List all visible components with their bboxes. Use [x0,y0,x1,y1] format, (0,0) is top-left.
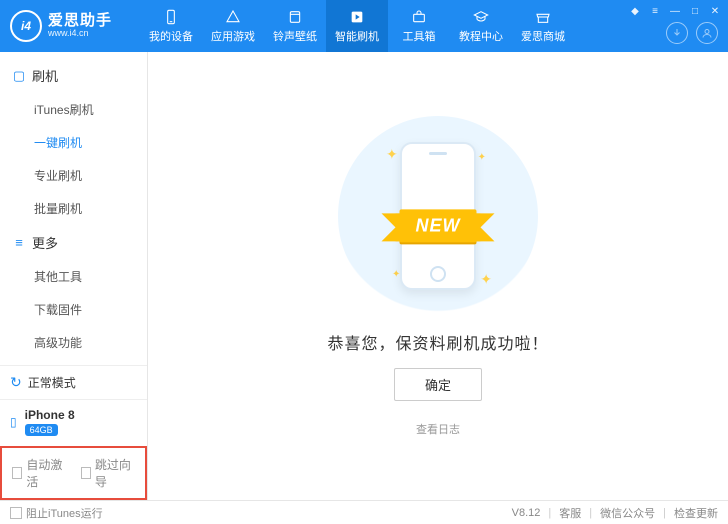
header-side-controls [666,22,718,44]
support-link[interactable]: 客服 [559,505,581,521]
top-bar: i4 爱思助手 www.i4.cn 我的设备 应用游戏 铃声壁纸 智能刷机 工具… [0,0,728,52]
sparkle-icon: ✦ [480,271,492,288]
device-icon: ▢ [12,68,26,84]
sidebar-itunes-flash[interactable]: iTunes刷机 [0,93,147,126]
separator: | [663,507,666,519]
checkbox-icon [10,507,22,519]
music-icon [286,8,304,26]
checkbox-block-itunes[interactable]: 阻止iTunes运行 [10,505,103,521]
checkbox-auto-activate[interactable]: 自动激活 [12,456,67,490]
nav-shop[interactable]: 爱思商城 [512,0,574,52]
sidebar-onekey-flash[interactable]: 一键刷机 [0,126,147,159]
new-ribbon: NEW [400,209,477,242]
success-message: 恭喜您，保资料刷机成功啦！ [327,330,548,354]
window-controls: ◆ ≡ — □ ✕ [628,4,722,18]
sidebar-advanced[interactable]: 高级功能 [0,326,147,359]
content-area: ✦ ✦ ✦ ✦ NEW 恭喜您，保资料刷机成功啦！ 确定 查看日志 [148,52,728,500]
sidebar: ▢ 刷机 iTunes刷机 一键刷机 专业刷机 批量刷机 ≡ 更多 其他工具 下… [0,52,148,500]
device-storage-badge: 64GB [25,424,58,436]
nav-tutorials[interactable]: 教程中心 [450,0,512,52]
phone-small-icon: ▯ [10,415,17,429]
close-icon[interactable]: ✕ [708,4,722,18]
skin-icon[interactable]: ◆ [628,4,642,18]
nav-label: 爱思商城 [521,28,565,44]
nav-flash[interactable]: 智能刷机 [326,0,388,52]
nav-label: 我的设备 [149,28,193,44]
group-flash[interactable]: ▢ 刷机 [0,58,147,93]
view-log-link[interactable]: 查看日志 [416,421,460,437]
main-area: ▢ 刷机 iTunes刷机 一键刷机 专业刷机 批量刷机 ≡ 更多 其他工具 下… [0,52,728,500]
checkbox-label: 阻止iTunes运行 [26,505,103,521]
refresh-icon: ↻ [10,374,22,391]
footer: 阻止iTunes运行 V8.12 | 客服 | 微信公众号 | 检查更新 [0,500,728,524]
app-url: www.i4.cn [48,29,112,39]
nav-label: 智能刷机 [335,28,379,44]
maximize-icon[interactable]: □ [688,4,702,18]
ok-button[interactable]: 确定 [394,368,482,401]
wechat-link[interactable]: 微信公众号 [600,505,655,521]
nav-my-devices[interactable]: 我的设备 [140,0,202,52]
sparkle-icon: ✦ [386,146,398,163]
nav-toolbox[interactable]: 工具箱 [388,0,450,52]
top-nav: 我的设备 应用游戏 铃声壁纸 智能刷机 工具箱 教程中心 爱思商城 [140,0,574,52]
sparkle-icon: ✦ [478,152,486,163]
mode-status[interactable]: ↻ 正常模式 [0,365,147,399]
app-logo: i4 爱思助手 www.i4.cn [0,10,140,42]
group-title: 更多 [32,233,58,252]
update-link[interactable]: 检查更新 [674,505,718,521]
group-title: 刷机 [32,66,58,85]
device-panel[interactable]: ▯ iPhone 8 64GB [0,399,147,446]
separator: | [548,507,551,519]
user-button[interactable] [696,22,718,44]
checkbox-icon [12,467,22,479]
success-illustration: ✦ ✦ ✦ ✦ NEW [338,116,538,316]
sidebar-batch-flash[interactable]: 批量刷机 [0,192,147,225]
sidebar-other-tools[interactable]: 其他工具 [0,260,147,293]
apps-icon [224,8,242,26]
logo-icon: i4 [10,10,42,42]
nav-apps[interactable]: 应用游戏 [202,0,264,52]
checkbox-skip-guide[interactable]: 跳过向导 [81,456,136,490]
version-label: V8.12 [512,507,541,519]
nav-label: 应用游戏 [211,28,255,44]
toolbox-icon [410,8,428,26]
group-more[interactable]: ≡ 更多 [0,225,147,260]
separator: | [589,507,592,519]
checkbox-label: 跳过向导 [95,456,135,490]
device-name: iPhone 8 [25,408,75,422]
checkbox-icon [81,467,91,479]
more-icon: ≡ [12,235,26,250]
nav-ringtones[interactable]: 铃声壁纸 [264,0,326,52]
nav-label: 铃声壁纸 [273,28,317,44]
sidebar-download-firmware[interactable]: 下载固件 [0,293,147,326]
phone-icon [162,8,180,26]
nav-label: 工具箱 [403,28,436,44]
app-name: 爱思助手 [48,13,112,30]
sidebar-pro-flash[interactable]: 专业刷机 [0,159,147,192]
graduation-icon [472,8,490,26]
menu-icon[interactable]: ≡ [648,4,662,18]
minimize-icon[interactable]: — [668,4,682,18]
shop-icon [534,8,552,26]
checkbox-label: 自动激活 [26,456,66,490]
status-text: 正常模式 [28,374,76,391]
flash-options: 自动激活 跳过向导 [0,446,147,500]
nav-label: 教程中心 [459,28,503,44]
download-button[interactable] [666,22,688,44]
flash-icon [348,8,366,26]
